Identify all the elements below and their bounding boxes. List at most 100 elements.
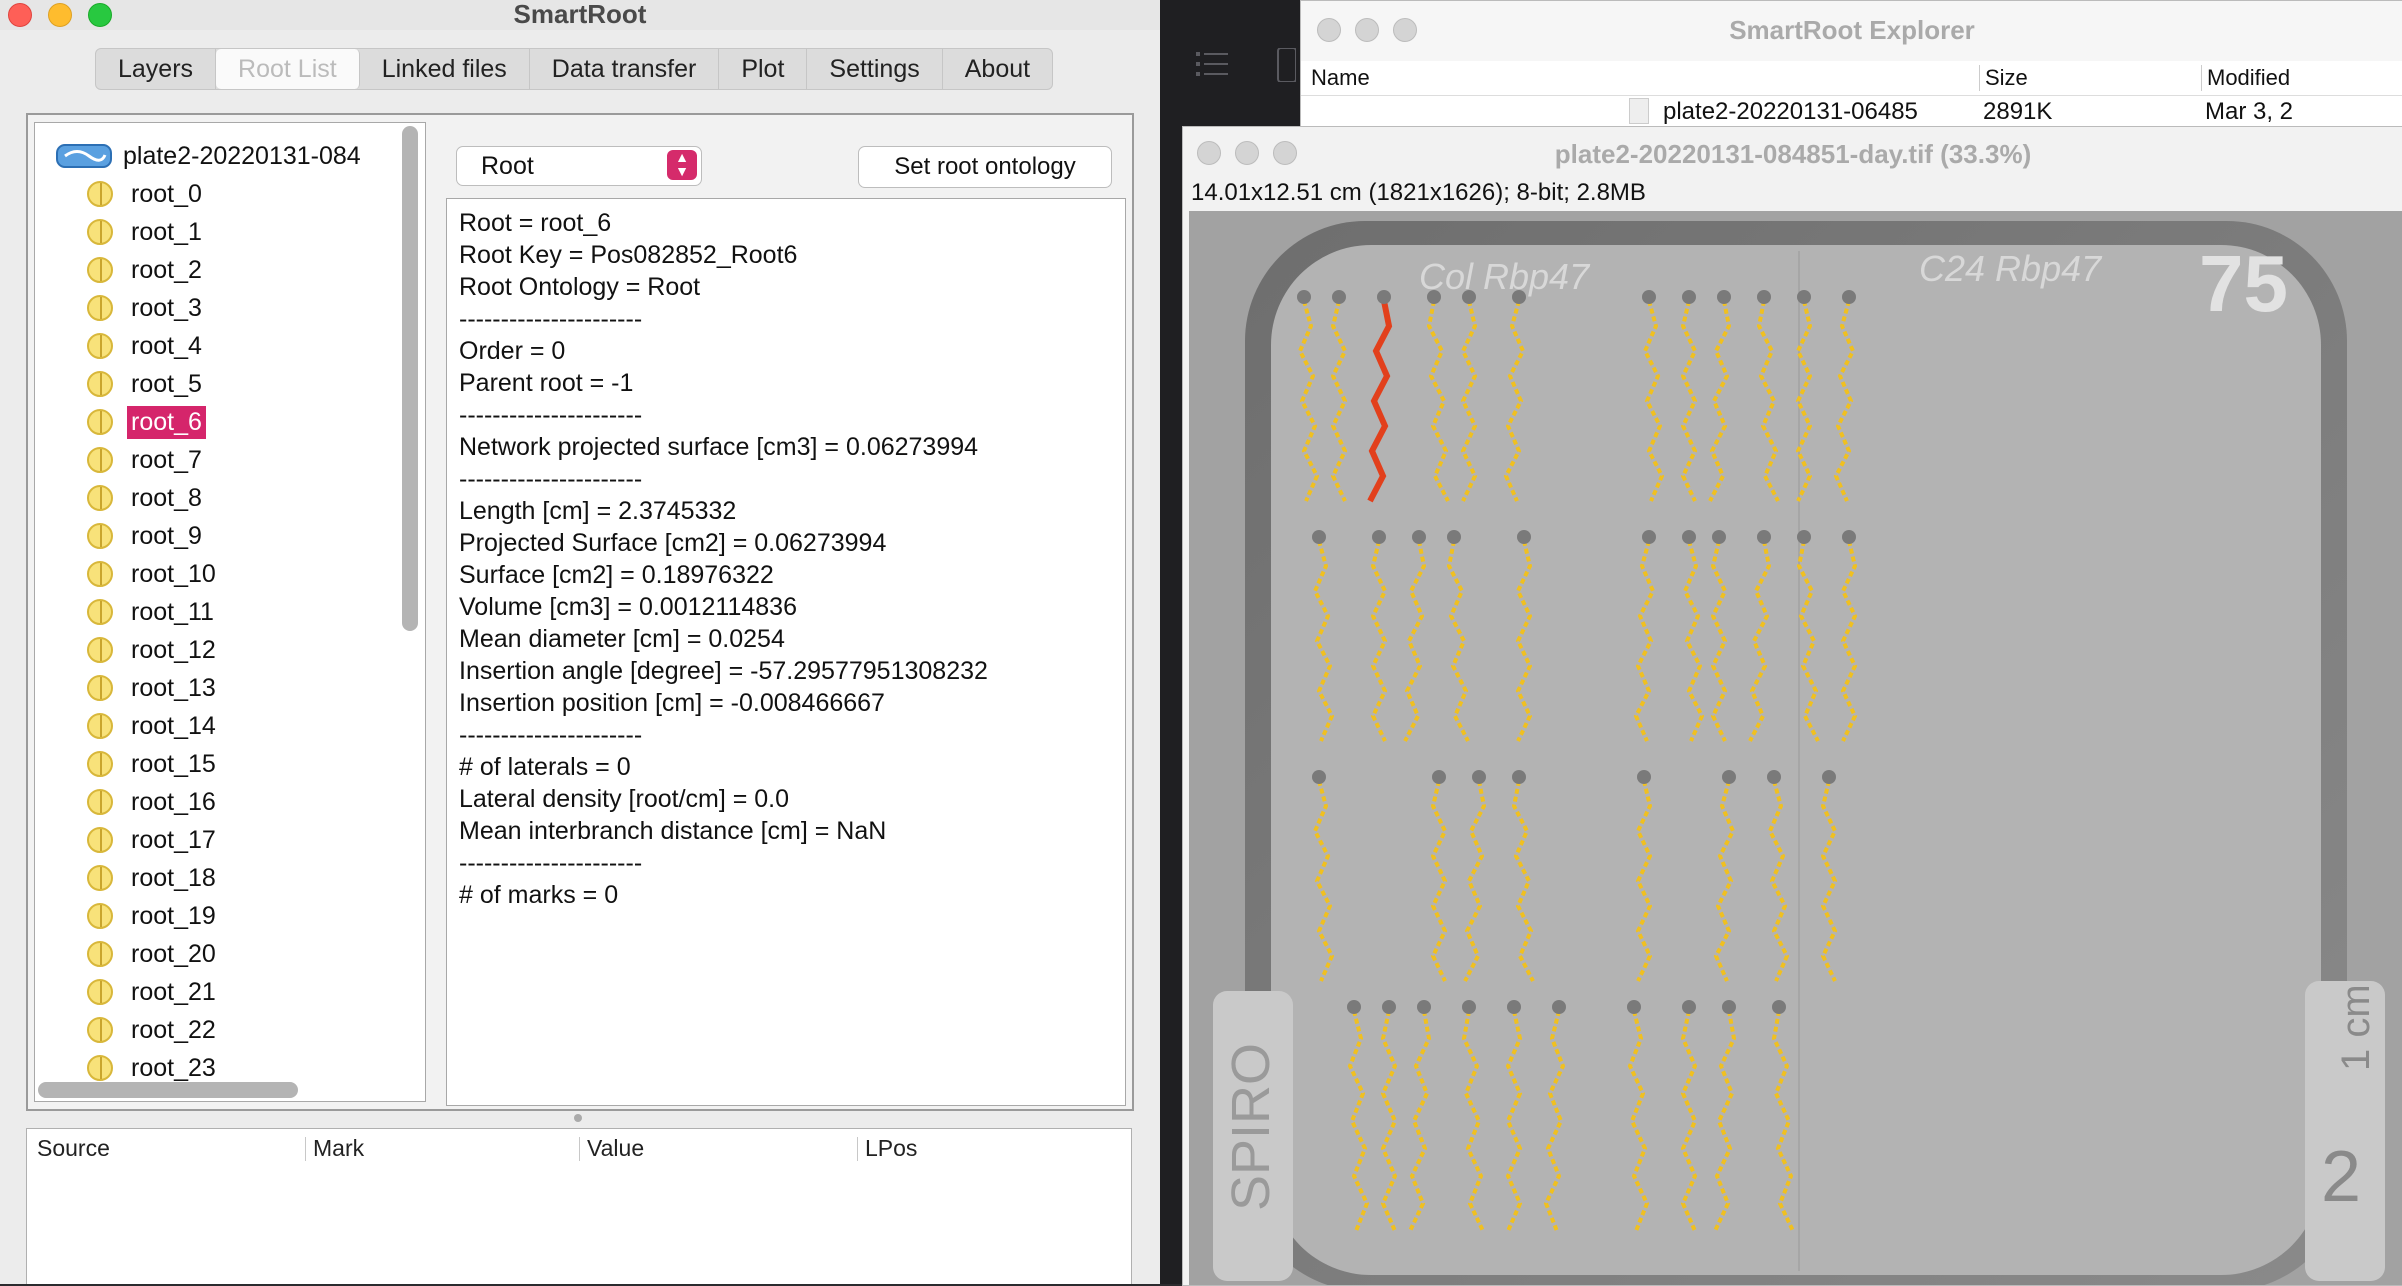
- seedling-leaf: [1512, 290, 1526, 304]
- tree-image-node[interactable]: plate2-20220131-084: [55, 137, 361, 175]
- root-item-label: root_18: [131, 863, 216, 892]
- root-leaf-icon: [87, 523, 113, 549]
- image-info: 14.01x12.51 cm (1821x1626); 8-bit; 2.8MB: [1191, 179, 1646, 206]
- tree-root-item[interactable]: root_15: [87, 745, 220, 783]
- root-info-line: # of marks = 0: [459, 881, 619, 909]
- tab-plot[interactable]: Plot: [719, 49, 808, 89]
- title-bar: SmartRoot: [0, 0, 1160, 30]
- tree-root-item[interactable]: root_13: [87, 669, 220, 707]
- column-divider: [305, 1137, 306, 1161]
- root-item-label: root_11: [131, 597, 214, 626]
- marks-table: Source Mark Value LPos: [26, 1128, 1132, 1284]
- root-info-panel: Root = root_6 Root Key = Pos082852_Root6 R…: [446, 198, 1126, 1106]
- root-info-line: Insertion angle [degree] = -57.295779513…: [459, 657, 988, 685]
- tab-layers[interactable]: Layers: [96, 49, 217, 89]
- explorer-title: SmartRoot Explorer: [1729, 15, 1975, 45]
- seedling-leaf: [1797, 290, 1811, 304]
- tree-root-item[interactable]: root_1: [87, 213, 206, 251]
- tree-vertical-scrollbar[interactable]: [402, 126, 418, 631]
- column-header-mark[interactable]: Mark: [313, 1135, 364, 1162]
- root-info-line: Surface [cm2] = 0.18976322: [459, 561, 774, 589]
- tree-root-item[interactable]: root_9: [87, 517, 206, 555]
- tree-root-item[interactable]: root_3: [87, 289, 206, 327]
- root-item-label: root_1: [131, 217, 202, 246]
- root-item-label: root_14: [131, 711, 216, 740]
- root-leaf-icon: [87, 409, 113, 435]
- seedling-leaf: [1372, 530, 1386, 544]
- root-item-label: root_17: [131, 825, 216, 854]
- seedling-leaf: [1642, 290, 1656, 304]
- seedling-leaf: [1797, 530, 1811, 544]
- explorer-header: Name Size Modified: [1301, 61, 2402, 96]
- root-leaf-icon: [87, 257, 113, 283]
- tree-root-item[interactable]: root_20: [87, 935, 220, 973]
- tab-root-list[interactable]: Root List: [216, 49, 360, 89]
- tree-root-item[interactable]: root_19: [87, 897, 220, 935]
- column-header-modified[interactable]: Modified: [2207, 65, 2290, 91]
- tab-about[interactable]: About: [943, 49, 1052, 89]
- plate-image[interactable]: Col Rbp47 C24 Rbp47 75 SPIRO 1 cm 2: [1189, 211, 2402, 1285]
- plate-label-right: C24 Rbp47: [1919, 248, 2103, 289]
- tree-root-item[interactable]: root_22: [87, 1011, 220, 1049]
- column-header-lpos[interactable]: LPos: [865, 1135, 917, 1162]
- seedling-leaf: [1297, 290, 1311, 304]
- tree-root-item[interactable]: root_16: [87, 783, 220, 821]
- root-item-label: root_9: [131, 521, 202, 550]
- column-header-value[interactable]: Value: [587, 1135, 644, 1162]
- root-info-line: ----------------------: [459, 465, 643, 493]
- tab-linked-files[interactable]: Linked files: [360, 49, 530, 89]
- root-tree[interactable]: plate2-20220131-084 root_0 root_1 root_2 ro…: [34, 122, 426, 1102]
- column-divider: [1979, 65, 1980, 91]
- seedling-leaf: [1722, 1000, 1736, 1014]
- root-item-label: root_21: [131, 977, 216, 1006]
- column-header-name[interactable]: Name: [1311, 65, 1370, 91]
- seedling-leaf: [1722, 770, 1736, 784]
- tree-root-item[interactable]: root_12: [87, 631, 220, 669]
- tree-root-item[interactable]: root_4: [87, 327, 206, 365]
- column-header-source[interactable]: Source: [37, 1135, 110, 1162]
- root-leaf-icon: [87, 295, 113, 321]
- root-item-label: root_7: [131, 445, 202, 474]
- root-leaf-icon: [87, 599, 113, 625]
- seedling-leaf: [1642, 530, 1656, 544]
- split-pane-handle[interactable]: [574, 1114, 582, 1122]
- root-leaf-icon: [87, 637, 113, 663]
- tree-root-item[interactable]: root_5: [87, 365, 206, 403]
- root-leaf-icon: [87, 751, 113, 777]
- root-leaf-icon: [87, 181, 113, 207]
- tree-root-item[interactable]: root_17: [87, 821, 220, 859]
- root-item-label: root_6: [127, 405, 206, 439]
- set-root-ontology-button[interactable]: Set root ontology: [858, 146, 1112, 188]
- seedling-leaf: [1552, 1000, 1566, 1014]
- tree-root-item[interactable]: root_14: [87, 707, 220, 745]
- plate-number: 75: [2199, 239, 2288, 328]
- tree-root-item[interactable]: root_7: [87, 441, 206, 479]
- tree-root-item[interactable]: root_10: [87, 555, 220, 593]
- root-leaf-icon: [87, 219, 113, 245]
- tree-root-item[interactable]: root_8: [87, 479, 206, 517]
- explorer-file-row[interactable]: plate2-20220131-06485 2891K Mar 3, 2: [1301, 96, 2402, 126]
- root-item-label: root_0: [131, 179, 202, 208]
- tab-settings[interactable]: Settings: [807, 49, 943, 89]
- tree-root-item[interactable]: root_2: [87, 251, 206, 289]
- tree-root-item[interactable]: root_21: [87, 973, 220, 1011]
- tree-root-item[interactable]: root_0: [87, 175, 206, 213]
- root-item-label: root_23: [131, 1053, 216, 1082]
- root-leaf-icon: [87, 789, 113, 815]
- root-item-label: root_16: [131, 787, 216, 816]
- smartroot-explorer-window: SmartRoot Explorer Name Size Modified pl…: [1300, 0, 2402, 128]
- root-info-line: ----------------------: [459, 721, 643, 749]
- tree-horizontal-scrollbar[interactable]: [38, 1082, 298, 1098]
- root-type-select[interactable]: Root ▲ ▼: [456, 146, 702, 186]
- seedling-leaf: [1417, 1000, 1431, 1014]
- tree-root-item[interactable]: root_11: [87, 593, 218, 631]
- image-canvas[interactable]: Col Rbp47 C24 Rbp47 75 SPIRO 1 cm 2: [1189, 211, 2402, 1285]
- tree-root-item[interactable]: root_18: [87, 859, 220, 897]
- seedling-leaf: [1627, 1000, 1641, 1014]
- tab-data-transfer[interactable]: Data transfer: [530, 49, 720, 89]
- root-info-line: # of laterals = 0: [459, 753, 631, 781]
- seedling-leaf: [1427, 290, 1441, 304]
- tree-root-item[interactable]: root_6: [87, 403, 206, 441]
- column-header-size[interactable]: Size: [1985, 65, 2028, 91]
- root-item-label: root_5: [131, 369, 202, 398]
